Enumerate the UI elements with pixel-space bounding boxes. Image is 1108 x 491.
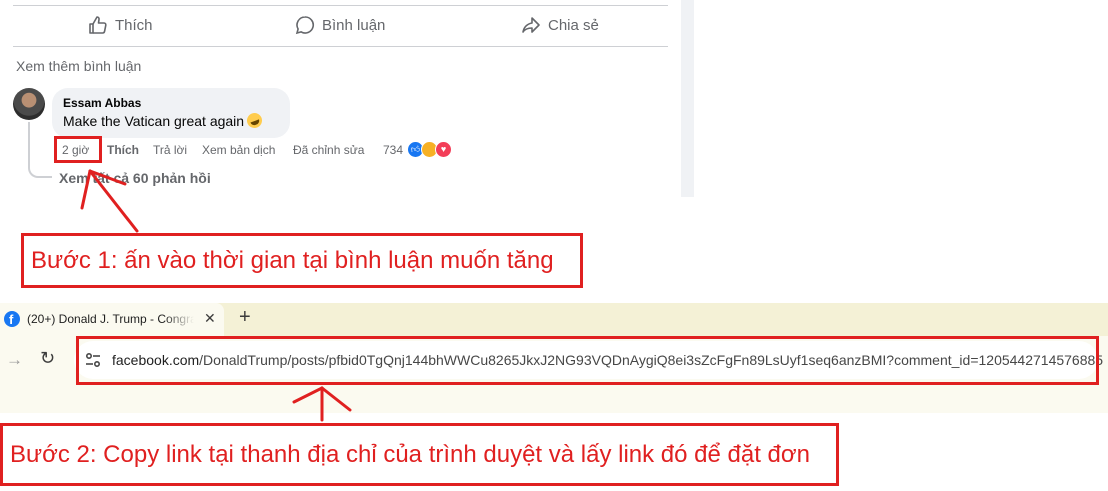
view-replies-link[interactable]: Xem tất cả 60 phản hồi — [59, 170, 211, 186]
comment-text: Make the Vatican great again — [63, 113, 245, 129]
close-icon[interactable]: ✕ — [204, 310, 216, 327]
browser-tab[interactable]: f (20+) Donald J. Trump - Congratulation… — [0, 303, 224, 336]
like-label: Thích — [115, 16, 153, 34]
divider-top — [13, 5, 668, 6]
tab-title: (20+) Donald J. Trump - Congratulations — [27, 312, 194, 326]
share-button[interactable]: Chia sẻ — [521, 10, 599, 40]
like-button[interactable]: Thích — [88, 10, 153, 40]
reload-icon[interactable]: ↻ — [40, 348, 55, 369]
step-1-text: Bước 1: ấn vào thời gian tại bình luận m… — [31, 246, 554, 274]
comment-bubble: Essam Abbas Make the Vatican great again — [52, 88, 290, 138]
comment-author[interactable]: Essam Abbas — [63, 96, 141, 110]
comment-text-row: Make the Vatican great again — [63, 110, 265, 131]
reaction-count[interactable]: 734 — [383, 143, 403, 157]
time-highlight-box — [54, 136, 102, 163]
comment-edited-label[interactable]: Đã chỉnh sửa — [293, 143, 364, 157]
step-2-text: Bước 2: Copy link tại thanh địa chỉ của … — [10, 440, 810, 468]
forward-arrow-icon[interactable]: → — [6, 350, 23, 370]
share-label: Chia sẻ — [548, 16, 599, 34]
comment-bubble-icon — [295, 16, 314, 35]
facebook-post-card: Thích Bình luận Chia sẻ Xem thêm bình lu… — [0, 0, 681, 197]
step-1-label: Bước 1: ấn vào thời gian tại bình luận m… — [21, 233, 583, 288]
facebook-post-panel: Thích Bình luận Chia sẻ Xem thêm bình lu… — [0, 0, 694, 197]
tab-strip: f (20+) Donald J. Trump - Congratulation… — [0, 303, 1108, 336]
step-2-label: Bước 2: Copy link tại thanh địa chỉ của … — [0, 423, 839, 486]
reply-thread-line — [28, 122, 52, 178]
comment-like-action[interactable]: Thích — [107, 143, 139, 157]
comment-button[interactable]: Bình luận — [295, 10, 385, 40]
facebook-favicon-icon: f — [4, 311, 20, 327]
thumbs-up-icon — [89, 16, 107, 34]
reaction-icons[interactable]: 👍︎ ♥ — [407, 141, 457, 159]
url-highlight-box — [76, 336, 1099, 385]
love-reaction-icon: ♥ — [435, 141, 452, 158]
laughing-emoji-icon — [244, 110, 265, 131]
plus-icon[interactable]: + — [239, 306, 251, 329]
comment-translate-action[interactable]: Xem bản dịch — [202, 143, 275, 157]
avatar[interactable] — [13, 88, 45, 120]
comment-label: Bình luận — [322, 16, 386, 34]
share-arrow-icon — [522, 17, 540, 33]
more-comments-link[interactable]: Xem thêm bình luận — [16, 58, 141, 74]
divider-bottom — [13, 46, 668, 47]
comment-reply-action[interactable]: Trả lời — [153, 143, 187, 157]
